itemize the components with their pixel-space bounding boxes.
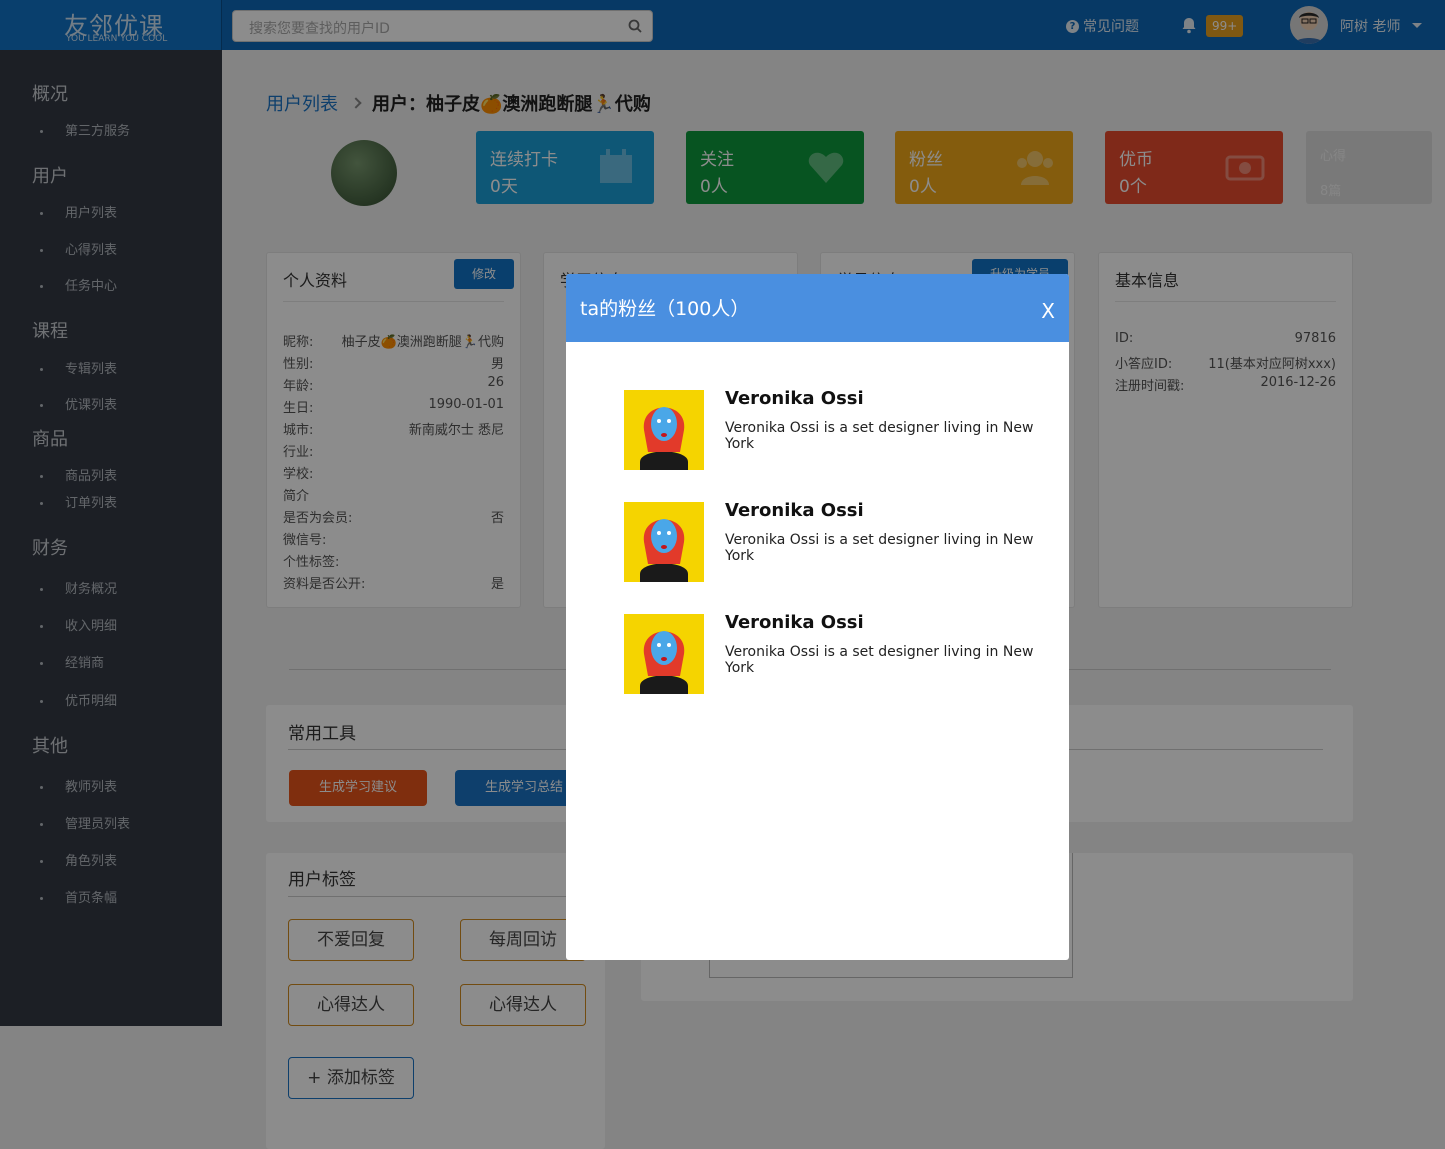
fan-avatar — [624, 614, 704, 694]
fan-description: Veronika Ossi is a set designer living i… — [725, 532, 1034, 564]
fan-item[interactable]: Veronika Ossi Veronika Ossi is a set des… — [624, 388, 1044, 470]
fan-item[interactable]: Veronika Ossi Veronika Ossi is a set des… — [624, 612, 1044, 694]
fan-item[interactable]: Veronika Ossi Veronika Ossi is a set des… — [624, 500, 1044, 582]
modal-title: ta的粉丝（100人） — [580, 298, 750, 320]
fans-modal: ta的粉丝（100人） X Veronika Ossi Veronika Oss… — [566, 274, 1069, 960]
fan-name: Veronika Ossi — [725, 500, 864, 521]
fan-avatar — [624, 502, 704, 582]
fan-name: Veronika Ossi — [725, 612, 864, 633]
fan-avatar — [624, 390, 704, 470]
close-button[interactable]: X — [1041, 299, 1055, 323]
fan-description: Veronika Ossi is a set designer living i… — [725, 644, 1034, 676]
fan-name: Veronika Ossi — [725, 388, 864, 409]
fan-description: Veronika Ossi is a set designer living i… — [725, 420, 1034, 452]
modal-header: ta的粉丝（100人） X — [566, 274, 1069, 342]
